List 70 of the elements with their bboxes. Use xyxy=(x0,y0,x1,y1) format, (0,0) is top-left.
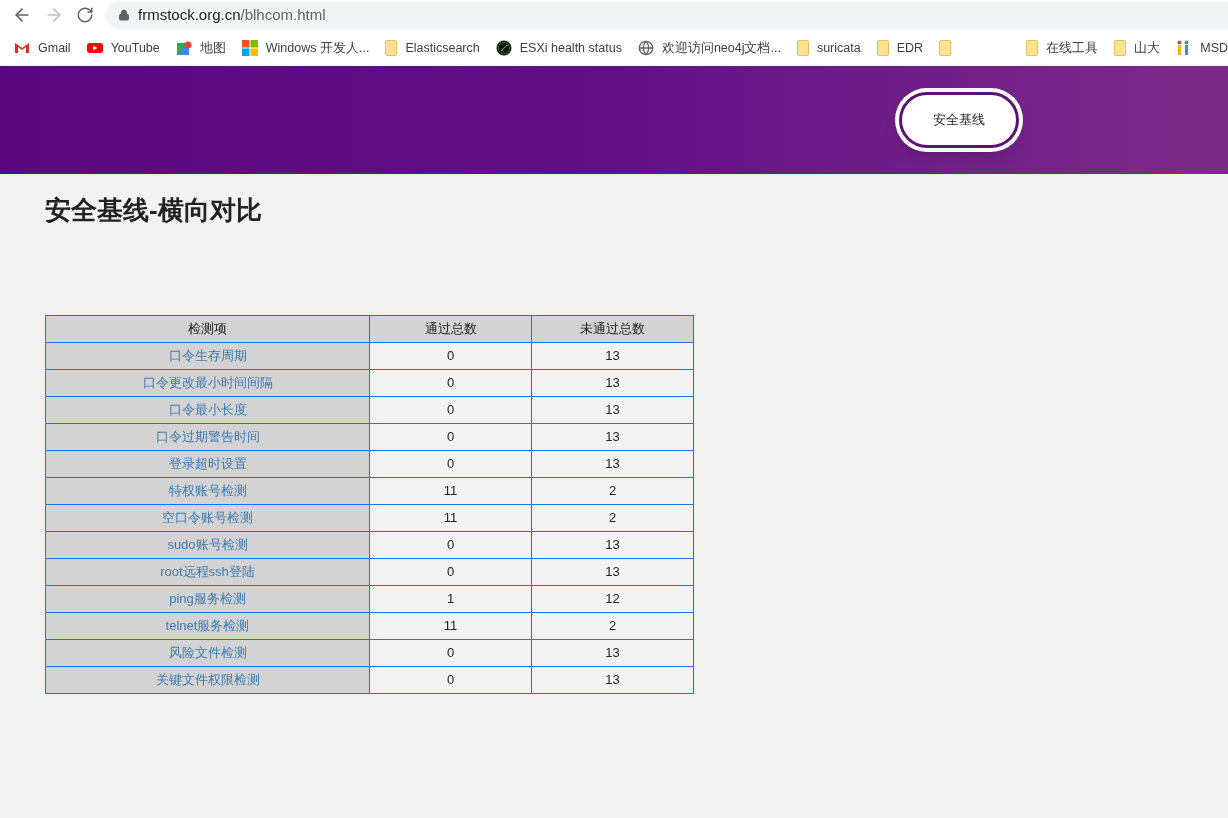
globe-icon xyxy=(637,40,654,56)
count-cell: 0 xyxy=(369,396,532,424)
check-item-cell: 关键文件权限检测 xyxy=(45,666,370,694)
count-cell: 0 xyxy=(369,558,532,586)
count-cell: 13 xyxy=(531,396,694,424)
count-cell: 12 xyxy=(531,585,694,613)
check-item-cell: telnet服务检测 xyxy=(45,612,370,640)
count-cell: 2 xyxy=(531,477,694,505)
count-cell: 13 xyxy=(531,639,694,667)
check-item-cell: 风险文件检测 xyxy=(45,639,370,667)
bookmark-item[interactable]: 山大 xyxy=(1134,38,1161,58)
check-item-cell: 特权账号检测 xyxy=(45,477,370,505)
count-cell: 11 xyxy=(369,504,532,532)
check-item-cell: ping服务检测 xyxy=(45,585,370,613)
reload-icon[interactable] xyxy=(76,6,94,24)
count-cell: 13 xyxy=(531,342,694,370)
count-cell: 13 xyxy=(531,369,694,397)
count-cell: 0 xyxy=(369,369,532,397)
bookmark-item[interactable]: ESXi health status xyxy=(519,38,622,58)
bookmark-item[interactable]: EDR xyxy=(896,38,924,58)
address-bar[interactable]: frmstock.org.cn/blhcom.html xyxy=(106,1,1228,29)
count-cell: 0 xyxy=(369,423,532,451)
count-cell: 13 xyxy=(531,558,694,586)
check-item-cell: 口令最小长度 xyxy=(45,396,370,424)
folder-icon xyxy=(796,40,809,56)
folder-icon xyxy=(1026,40,1039,56)
check-item-cell: 口令生存周期 xyxy=(45,342,370,370)
count-cell: 2 xyxy=(531,612,694,640)
count-cell: 2 xyxy=(531,504,694,532)
folder-icon xyxy=(1114,40,1127,56)
column-header: 未通过总数 xyxy=(531,315,694,343)
bookmark-item[interactable]: 在线工具 xyxy=(1046,38,1099,58)
windows-icon xyxy=(241,40,258,56)
count-cell: 0 xyxy=(369,450,532,478)
column-header: 检测项 xyxy=(45,315,370,343)
bookmark-item[interactable]: suricata xyxy=(816,38,861,58)
folder-icon xyxy=(939,40,952,56)
mail-icon xyxy=(14,40,30,56)
check-item-cell: 口令更改最小时间间隔 xyxy=(45,369,370,397)
gauge-icon xyxy=(495,40,512,56)
bookmark-item[interactable]: Gmail xyxy=(38,38,71,58)
bookmark-item[interactable]: 欢迎访问neo4j文档... xyxy=(661,38,781,58)
check-item-cell: root远程ssh登陆 xyxy=(45,558,370,586)
lock-icon xyxy=(118,9,130,21)
page-title: 安全基线-横向对比 xyxy=(45,194,262,227)
folder-icon xyxy=(385,40,398,56)
count-cell: 1 xyxy=(369,585,532,613)
check-item-cell: 空口令账号检测 xyxy=(45,504,370,532)
check-item-cell: 口令过期警告时间 xyxy=(45,423,370,451)
play-icon xyxy=(86,40,103,56)
check-item-cell: 登录超时设置 xyxy=(45,450,370,478)
check-item-cell: sudo账号检测 xyxy=(45,531,370,559)
bookmark-item[interactable]: 地图 xyxy=(199,38,226,58)
bookmark-item[interactable]: Elasticsearch xyxy=(405,38,480,58)
count-cell: 13 xyxy=(531,666,694,694)
count-cell: 13 xyxy=(531,423,694,451)
nav-button[interactable]: 安全基线 xyxy=(899,92,1019,148)
count-cell: 0 xyxy=(369,342,532,370)
bookmark-item[interactable]: Windows 开发人... xyxy=(265,38,370,58)
folder-icon xyxy=(876,40,889,56)
count-cell: 0 xyxy=(369,666,532,694)
count-cell: 13 xyxy=(531,531,694,559)
bookmark-item[interactable]: YouTube xyxy=(110,38,160,58)
bookmark-item[interactable]: MSD xyxy=(1200,38,1228,58)
count-cell: 11 xyxy=(369,612,532,640)
count-cell: 13 xyxy=(531,450,694,478)
column-header: 通过总数 xyxy=(369,315,532,343)
count-cell: 0 xyxy=(369,639,532,667)
count-cell: 0 xyxy=(369,531,532,559)
count-cell: 11 xyxy=(369,477,532,505)
